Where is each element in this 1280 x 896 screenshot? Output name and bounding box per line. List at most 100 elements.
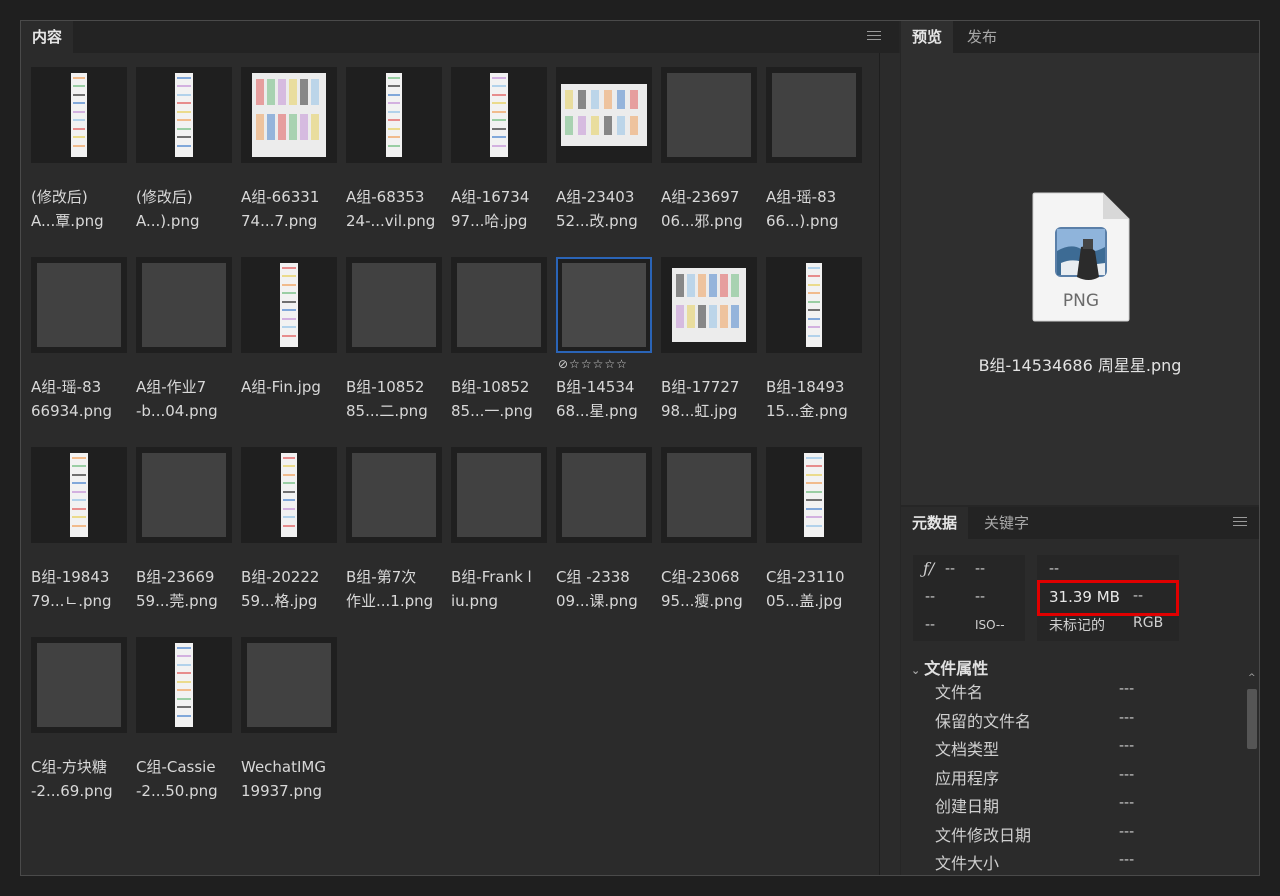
thumbnail-image[interactable] (241, 257, 337, 353)
thumbnail-item[interactable]: B组-18493 15...金.png (766, 257, 862, 437)
thumbnail-image[interactable] (661, 67, 757, 163)
tab-content[interactable]: 内容 (21, 21, 74, 53)
thumbnail-image[interactable] (136, 447, 232, 543)
thumbnail-image[interactable] (136, 257, 232, 353)
thumbnail-item[interactable]: C组-23068 95...瘦.png (661, 447, 757, 627)
tab-preview[interactable]: 预览 (901, 21, 954, 53)
thumbnail-label: A组-瑶-83 66...).png (766, 188, 839, 230)
thumbnail-item[interactable]: C组-Cassie -2...50.png (136, 637, 232, 817)
thumbnail-label: A组-Fin.jpg (241, 378, 321, 396)
metadata-panel: 元数据 关键字 ƒ/ -- -- -- -- -- ISO-- -- 31.39… (901, 507, 1259, 875)
thumbnail-item[interactable]: A组-23697 06...邪.png (661, 67, 757, 247)
thumbnail-item[interactable]: B组-19843 79...ㄴ.png (31, 447, 127, 627)
content-scrollbar[interactable] (879, 53, 900, 875)
thumbnail-image[interactable] (31, 447, 127, 543)
thumbnail-item[interactable]: C组-23110 05...盖.jpg (766, 447, 862, 627)
image-placeholder (562, 453, 646, 537)
thumbnail-item[interactable]: A组-66331 74...7.png (241, 67, 337, 247)
scroll-up-icon[interactable]: ^ (1248, 673, 1256, 683)
thumbnail-image[interactable] (766, 257, 862, 353)
thumbnail-item[interactable]: ⊘☆☆☆☆☆ B组-14534 68...星.png (556, 257, 652, 437)
thumbnail-item[interactable]: A组-16734 97...哈.jpg (451, 67, 547, 247)
image-placeholder (352, 263, 436, 347)
thumbnail-item[interactable]: A组-瑶-83 66934.png (31, 257, 127, 437)
image-placeholder (667, 453, 751, 537)
preview-file-name: B组-14534686 周星星.png (978, 356, 1182, 375)
thumbnail-image[interactable] (346, 447, 442, 543)
thumbnail-item[interactable]: C组 -2338 09...课.png (556, 447, 652, 627)
metadata-menu-icon[interactable] (1233, 517, 1247, 527)
property-label: 文件大小 (935, 854, 1000, 873)
thumbnail-image[interactable] (451, 447, 547, 543)
image-placeholder (142, 453, 226, 537)
thumbnail-image[interactable] (241, 447, 337, 543)
thumbnail-item[interactable]: B组-23669 59...莞.png (136, 447, 232, 627)
thumbnail-item[interactable]: (修改后) A...).png (136, 67, 232, 247)
thumbnail-label: A组-66331 74...7.png (241, 188, 320, 230)
image-placeholder (352, 453, 436, 537)
thumbnail-item[interactable]: B组-10852 85...二.png (346, 257, 442, 437)
property-label: 应用程序 (935, 768, 1000, 788)
aperture-icon: ƒ/ (923, 559, 935, 578)
thumbnail-item[interactable]: C组-方块糖 -2...69.png (31, 637, 127, 817)
image-preview (175, 643, 193, 727)
aperture-value: -- (945, 561, 956, 577)
metadata-scroll-thumb[interactable] (1247, 689, 1257, 749)
property-label: 文件名 (935, 683, 984, 702)
thumbnail-image[interactable] (451, 257, 547, 353)
thumbnail-label: C组-方块糖 -2...69.png (31, 758, 113, 800)
thumbnail-image[interactable] (451, 67, 547, 163)
image-placeholder (37, 643, 121, 727)
property-label: 文件修改日期 (935, 825, 1032, 845)
thumbnail-label: B组-10852 85...二.png (346, 378, 428, 420)
thumbnail-image[interactable] (661, 447, 757, 543)
file-properties-header[interactable]: ⌄ 文件属性 (911, 655, 988, 679)
thumbnail-item[interactable]: (修改后) A...覃.png (31, 67, 127, 247)
thumbnail-image[interactable] (31, 637, 127, 733)
thumbnail-item[interactable]: B组-Frank l iu.png (451, 447, 547, 627)
thumbnail-image[interactable] (346, 67, 442, 163)
star-rating[interactable]: ⊘☆☆☆☆☆ (558, 357, 628, 371)
thumbnail-image[interactable] (556, 447, 652, 543)
thumbnail-label: A组-23403 52...改.png (556, 188, 638, 230)
thumbnail-image[interactable] (346, 257, 442, 353)
image-preview (806, 263, 822, 347)
thumbnail-item[interactable]: WechatIMG 19937.png (241, 637, 337, 817)
image-placeholder (37, 263, 121, 347)
image-preview (70, 453, 88, 537)
content-tabbar: 内容 (21, 21, 899, 53)
tab-keywords[interactable]: 关键字 (973, 507, 1040, 539)
thumbnail-item[interactable]: B组-第7次 作业...1.png (346, 447, 442, 627)
thumbnail-item[interactable]: A组-作业7 -b...04.png (136, 257, 232, 437)
thumbnail-image[interactable] (556, 257, 652, 353)
thumbnail-label: B组-20222 59...格.jpg (241, 568, 320, 610)
thumbnail-image[interactable] (136, 637, 232, 733)
thumbnail-label: A组-作业7 -b...04.png (136, 378, 218, 420)
thumbnail-label: B组-第7次 作业...1.png (346, 568, 434, 610)
thumbnail-item[interactable]: A组-瑶-83 66...).png (766, 67, 862, 247)
thumbnail-label: (修改后) A...覃.png (31, 188, 104, 230)
thumbnail-image[interactable] (766, 67, 862, 163)
thumbnail-image[interactable] (766, 447, 862, 543)
preview-tabbar: 预览 发布 (901, 21, 1259, 53)
thumbnail-image[interactable] (241, 67, 337, 163)
thumbnail-image[interactable] (31, 257, 127, 353)
thumbnail-item[interactable]: A组-68353 24-...vil.png (346, 67, 442, 247)
thumbnail-image[interactable] (556, 67, 652, 163)
thumbnail-image[interactable] (241, 637, 337, 733)
image-placeholder (772, 73, 856, 157)
image-placeholder (562, 263, 646, 347)
tab-publish[interactable]: 发布 (956, 21, 1008, 53)
thumbnail-item[interactable]: B组-20222 59...格.jpg (241, 447, 337, 627)
thumbnail-item[interactable]: B组-17727 98...虹.jpg (661, 257, 757, 437)
thumbnail-image[interactable] (136, 67, 232, 163)
property-label: 创建日期 (935, 797, 1000, 816)
thumbnail-image[interactable] (31, 67, 127, 163)
thumbnail-item[interactable]: A组-23403 52...改.png (556, 67, 652, 247)
panel-menu-icon[interactable] (867, 31, 881, 41)
thumbnail-item[interactable]: A组-Fin.jpg (241, 257, 337, 437)
thumbnail-item[interactable]: B组-10852 85...一.png (451, 257, 547, 437)
thumbnail-image[interactable] (661, 257, 757, 353)
content-panel: 内容 (修改后) A...覃.png (修改后) A...).png A组-6633… (21, 21, 900, 875)
tab-metadata[interactable]: 元数据 (901, 507, 969, 539)
